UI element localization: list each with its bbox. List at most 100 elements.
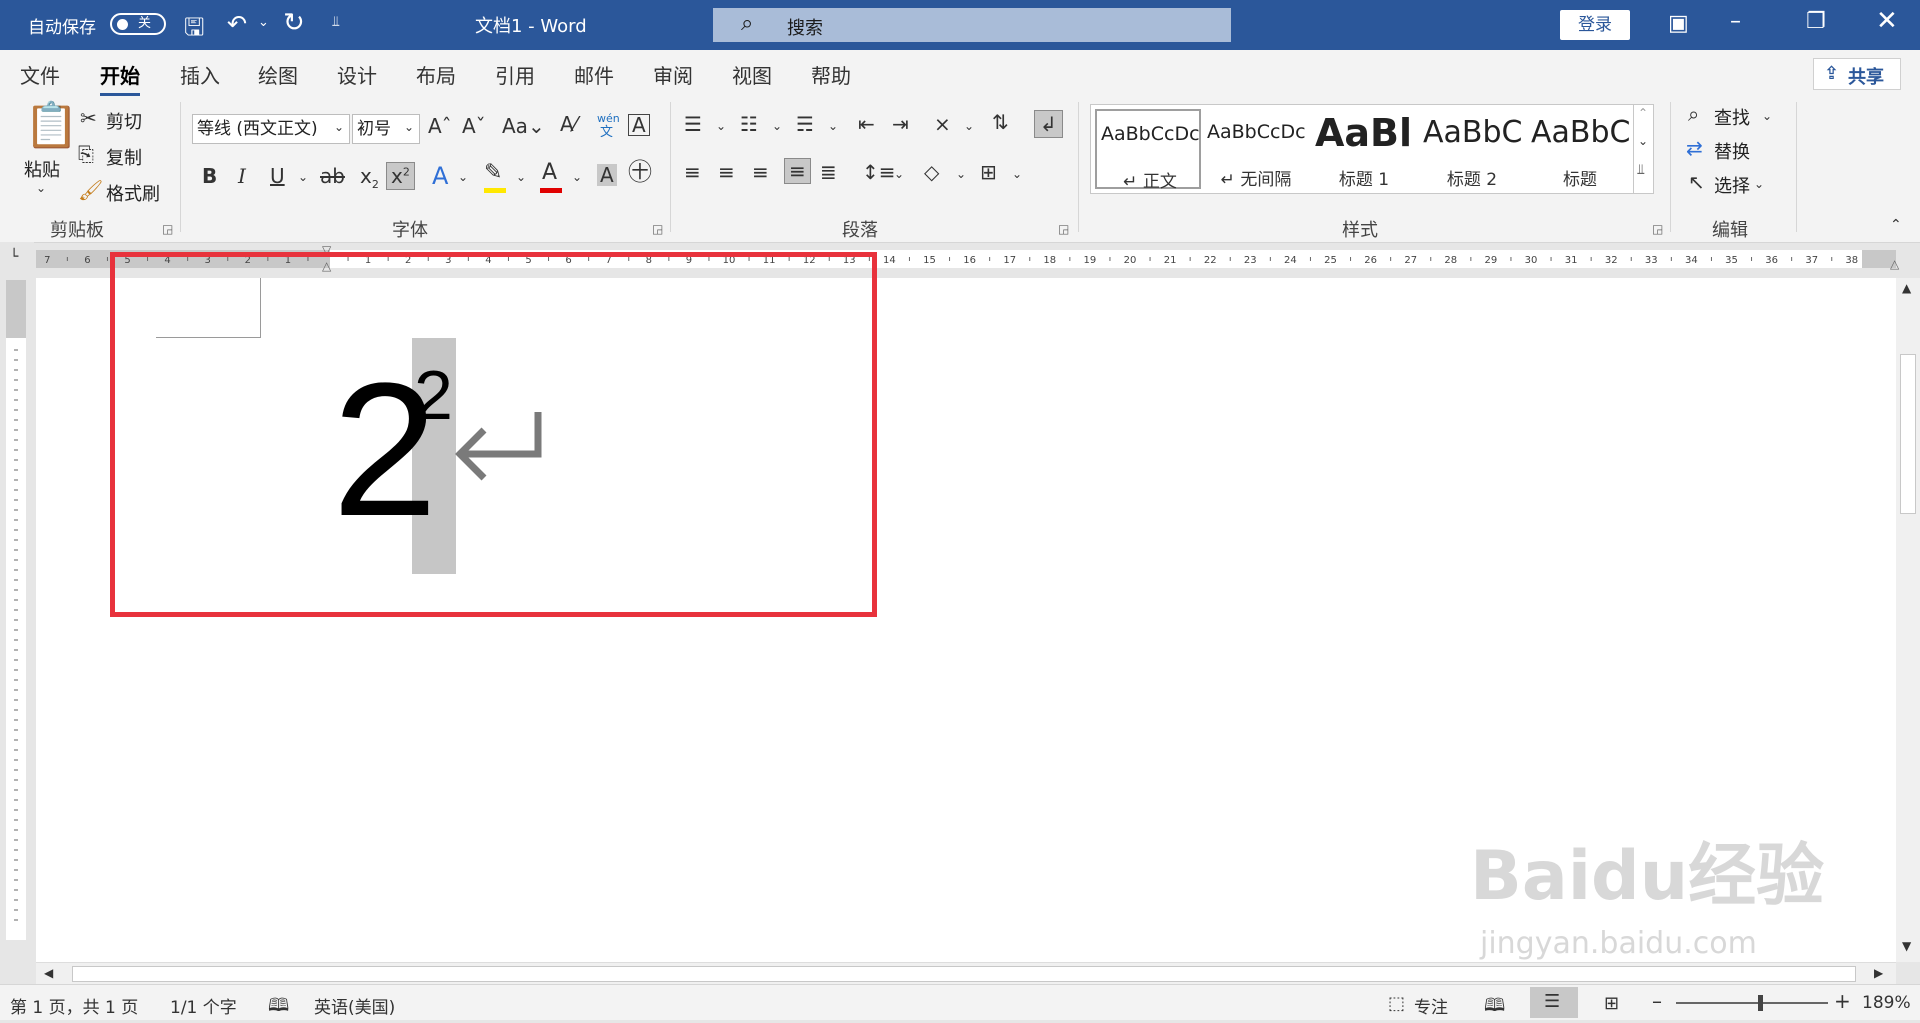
- chinese-layout-dropdown-icon[interactable]: ⌄: [964, 120, 974, 132]
- character-border-icon[interactable]: A: [628, 114, 650, 136]
- font-name-dropdown-icon[interactable]: ⌄: [334, 121, 344, 133]
- bullets-icon[interactable]: ☰: [684, 114, 702, 134]
- find-label[interactable]: 查找: [1714, 104, 1750, 130]
- zoom-in-icon[interactable]: +: [1834, 989, 1851, 1013]
- clipboard-launcher-icon[interactable]: ◲: [162, 222, 173, 236]
- cut-icon[interactable]: ✂: [80, 108, 97, 128]
- justify-icon[interactable]: ≡: [784, 158, 811, 184]
- styles-launcher-icon[interactable]: ◲: [1652, 222, 1663, 236]
- numbering-dropdown-icon[interactable]: ⌄: [772, 120, 782, 132]
- font-color-icon[interactable]: A: [542, 162, 557, 184]
- tab-review[interactable]: 审阅: [653, 60, 693, 89]
- enclose-characters-icon[interactable]: ㊉: [628, 160, 652, 184]
- gallery-up-icon[interactable]: ⌃: [1638, 107, 1648, 119]
- zoom-slider[interactable]: [1676, 1002, 1828, 1004]
- align-right-icon[interactable]: ≡: [752, 162, 769, 182]
- paragraph-launcher-icon[interactable]: ◲: [1058, 222, 1069, 236]
- scroll-thumb[interactable]: [1900, 354, 1916, 514]
- style-title[interactable]: AaBbC 标题: [1527, 109, 1633, 190]
- tab-mailings[interactable]: 邮件: [574, 60, 614, 89]
- distributed-icon[interactable]: ≣: [820, 162, 837, 182]
- search-box[interactable]: ⌕ 搜索: [713, 8, 1231, 42]
- shading-dropdown-icon[interactable]: ⌄: [956, 168, 966, 180]
- tab-selector[interactable]: └: [0, 242, 34, 278]
- minimize-icon[interactable]: –: [1730, 9, 1741, 34]
- tab-references[interactable]: 引用: [495, 60, 535, 89]
- web-layout-icon[interactable]: ⊞: [1604, 993, 1619, 1014]
- autosave-toggle[interactable]: 关: [110, 13, 166, 35]
- tab-help[interactable]: 帮助: [811, 60, 851, 89]
- paste-icon[interactable]: 📋: [24, 104, 79, 148]
- shrink-font-icon[interactable]: Aˇ: [462, 116, 486, 136]
- cut-label[interactable]: 剪切: [106, 108, 142, 134]
- language[interactable]: 英语(美国): [314, 993, 395, 1018]
- find-dropdown-icon[interactable]: ⌄: [1762, 110, 1772, 122]
- find-icon[interactable]: ⌕: [1688, 104, 1699, 124]
- increase-indent-icon[interactable]: ⇥: [892, 114, 909, 134]
- login-button[interactable]: 登录: [1560, 10, 1630, 40]
- numbering-icon[interactable]: ☷: [740, 114, 758, 134]
- vertical-scrollbar[interactable]: ▲ ▼: [1896, 278, 1920, 962]
- scroll-down-icon[interactable]: ▼: [1902, 940, 1911, 952]
- ribbon-display-options-icon[interactable]: ▣: [1668, 11, 1689, 36]
- multilevel-list-dropdown-icon[interactable]: ⌄: [828, 120, 838, 132]
- replace-icon[interactable]: ⇄: [1686, 138, 1703, 158]
- tab-layout[interactable]: 布局: [416, 60, 456, 89]
- underline-dropdown-icon[interactable]: ⌄: [298, 171, 308, 183]
- scroll-left-icon[interactable]: ◀: [44, 967, 53, 979]
- style-no-spacing[interactable]: AaBbCcDc ↵ 无间隔: [1203, 109, 1309, 190]
- undo-dropdown-icon[interactable]: ⌄: [258, 15, 269, 30]
- tab-design[interactable]: 设计: [337, 60, 377, 89]
- multilevel-list-icon[interactable]: ☴: [796, 114, 814, 134]
- font-launcher-icon[interactable]: ◲: [652, 222, 663, 236]
- font-name-select[interactable]: 等线 (西文正文): [192, 114, 350, 144]
- text-effects-icon[interactable]: A: [432, 164, 448, 188]
- close-icon[interactable]: ✕: [1876, 6, 1898, 36]
- select-icon[interactable]: ↖: [1688, 172, 1705, 192]
- share-button[interactable]: ⇪ 共享: [1813, 58, 1901, 90]
- restore-icon[interactable]: ❐: [1806, 9, 1826, 34]
- scroll-right-icon[interactable]: ▶: [1874, 967, 1883, 979]
- word-count[interactable]: 1/1 个字: [170, 993, 237, 1018]
- clear-formatting-icon[interactable]: A⁄: [560, 114, 577, 134]
- vertical-ruler[interactable]: [6, 280, 26, 940]
- sort-icon[interactable]: ⇅: [992, 112, 1009, 132]
- collapse-ribbon-icon[interactable]: ⌃: [1890, 218, 1902, 232]
- change-case-icon[interactable]: Aa⌄: [502, 116, 545, 136]
- style-heading-2[interactable]: AaBbC 标题 2: [1419, 109, 1525, 190]
- zoom-out-icon[interactable]: –: [1652, 989, 1662, 1013]
- replace-label[interactable]: 替换: [1714, 138, 1750, 164]
- page-count[interactable]: 第 1 页，共 1 页: [10, 993, 138, 1018]
- tab-insert[interactable]: 插入: [180, 60, 220, 89]
- style-heading-1[interactable]: AaBl 标题 1: [1311, 109, 1417, 190]
- italic-icon[interactable]: I: [238, 166, 246, 186]
- underline-icon[interactable]: U: [270, 166, 285, 186]
- hscroll-thumb[interactable]: [72, 966, 1856, 982]
- font-size-dropdown-icon[interactable]: ⌄: [404, 121, 414, 133]
- paste-label[interactable]: 粘贴: [24, 156, 60, 182]
- highlight-dropdown-icon[interactable]: ⌄: [516, 171, 526, 183]
- font-color-dropdown-icon[interactable]: ⌄: [572, 171, 582, 183]
- phonetic-guide-label[interactable]: wén: [597, 112, 620, 125]
- focus-icon[interactable]: ⬚: [1388, 993, 1405, 1014]
- shading-icon[interactable]: ◇: [924, 162, 939, 182]
- scroll-up-icon[interactable]: ▲: [1902, 282, 1911, 294]
- gallery-down-icon[interactable]: ⌄: [1638, 135, 1648, 147]
- bullets-dropdown-icon[interactable]: ⌄: [716, 120, 726, 132]
- chinese-layout-icon[interactable]: ⨯: [934, 114, 951, 134]
- subscript-icon[interactable]: x2: [360, 166, 379, 190]
- print-layout-button[interactable]: ☰: [1530, 987, 1578, 1018]
- tab-file[interactable]: 文件: [20, 60, 60, 89]
- zoom-slider-thumb[interactable]: [1758, 995, 1763, 1011]
- select-label[interactable]: 选择: [1714, 172, 1750, 198]
- phonetic-guide-icon[interactable]: 文: [600, 126, 613, 139]
- redo-icon[interactable]: ↻: [283, 8, 305, 38]
- select-dropdown-icon[interactable]: ⌄: [1754, 178, 1764, 190]
- undo-icon[interactable]: ↶: [227, 10, 247, 38]
- copy-label[interactable]: 复制: [106, 144, 142, 170]
- grow-font-icon[interactable]: Aˆ: [428, 116, 452, 136]
- format-painter-label[interactable]: 格式刷: [106, 180, 160, 206]
- show-paragraph-marks-icon[interactable]: ↲: [1034, 110, 1063, 138]
- bold-icon[interactable]: B: [202, 166, 217, 186]
- tab-draw[interactable]: 绘图: [258, 60, 298, 89]
